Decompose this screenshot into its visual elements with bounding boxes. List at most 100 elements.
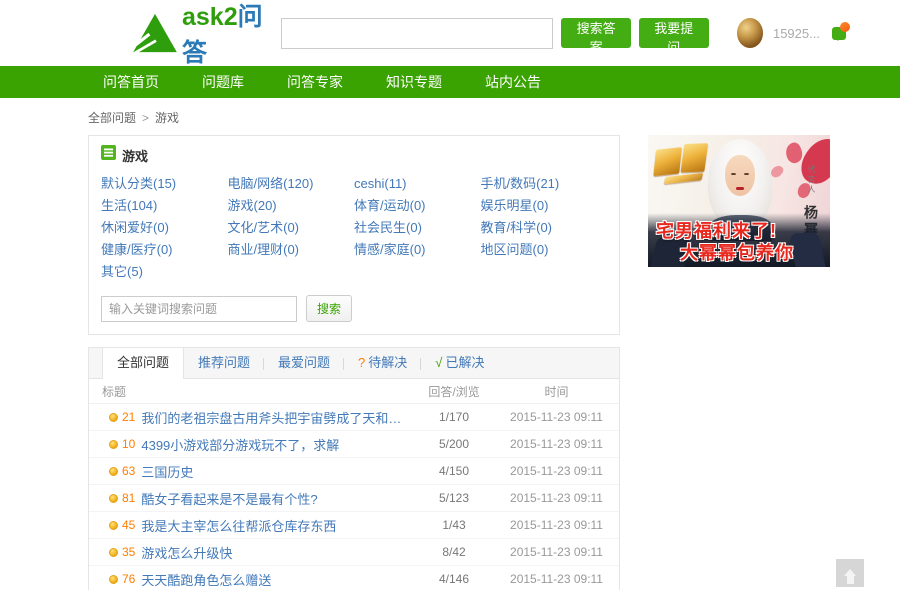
category-link[interactable]: 电脑/网络(120) bbox=[228, 173, 355, 195]
question-reward-number: 45 bbox=[122, 518, 136, 532]
question-list-box: 全部问题 推荐问题 最爱问题? 待解决 √ 已解决 标题 回答/浏览 时间 21 我们的老… bbox=[88, 347, 620, 590]
up-arrow-icon bbox=[844, 563, 856, 576]
nav-item[interactable]: 问答首页 bbox=[88, 66, 174, 98]
question-row: 81 酷女子看起来是不是最有个性? 5/123 2015-11-23 09:11 bbox=[89, 485, 619, 512]
category-link[interactable]: 地区问题(0) bbox=[481, 239, 608, 261]
ask-question-button[interactable]: 我要提问 bbox=[638, 18, 709, 55]
ad-banner[interactable]: 代言人 杨幂 宅男福利来了! 大幂幂包养你 bbox=[648, 135, 830, 267]
category-link[interactable]: 生活(104) bbox=[101, 195, 228, 217]
user-avatar[interactable] bbox=[736, 18, 763, 48]
question-count: 5/123 bbox=[438, 491, 470, 505]
search-answers-button[interactable]: 搜索答案 bbox=[561, 18, 631, 55]
nav-item[interactable]: 问答专家 bbox=[272, 66, 358, 98]
question-title-link[interactable]: 我是大主宰怎么往帮派仓库存东西 bbox=[141, 516, 336, 535]
category-link[interactable]: 教育/科学(0) bbox=[481, 217, 608, 239]
nav-item[interactable]: 问题库 bbox=[187, 66, 259, 98]
question-count: 1/43 bbox=[442, 518, 466, 532]
category-link[interactable]: 情感/家庭(0) bbox=[354, 239, 481, 261]
message-icon[interactable] bbox=[831, 21, 851, 41]
breadcrumb-root-link[interactable]: 全部问题 bbox=[88, 111, 136, 125]
category-link[interactable]: 休闲爱好(0) bbox=[101, 217, 228, 239]
username-text: 15925... bbox=[772, 25, 820, 41]
question-time: 2015-11-23 09:11 bbox=[510, 518, 603, 532]
category-list-icon bbox=[101, 145, 116, 165]
question-reward-number: 10 bbox=[122, 437, 136, 451]
header-search-input[interactable] bbox=[280, 17, 554, 49]
category-link[interactable]: ceshi(11) bbox=[354, 173, 481, 195]
question-count: 1/170 bbox=[438, 410, 470, 424]
site-header: ask2问答 搜索答案 我要提问 15925... bbox=[0, 0, 900, 69]
question-count: 5/200 bbox=[438, 437, 470, 451]
question-time: 2015-11-23 09:11 bbox=[510, 491, 603, 505]
category-link[interactable]: 其它(5) bbox=[101, 261, 228, 283]
question-time: 2015-11-23 09:11 bbox=[510, 410, 603, 424]
question-reward-number: 76 bbox=[122, 572, 136, 586]
site-logo[interactable]: ask2问答 bbox=[132, 0, 269, 69]
question-count: 4/150 bbox=[438, 464, 470, 478]
question-tab[interactable]: √ 已解决 bbox=[421, 348, 498, 378]
question-row: 63 三国历史 4/150 2015-11-23 09:11 bbox=[89, 458, 619, 485]
column-time-label: 时间 bbox=[544, 384, 569, 399]
coin-icon bbox=[109, 439, 118, 449]
question-title-link[interactable]: 4399小游戏部分游戏玩不了，求解 bbox=[141, 435, 339, 454]
breadcrumb: 全部问题 > 游戏 bbox=[88, 109, 846, 126]
question-time: 2015-11-23 09:11 bbox=[510, 437, 603, 451]
coin-icon bbox=[109, 520, 118, 530]
ad-model-face bbox=[725, 155, 755, 196]
question-reward-number: 81 bbox=[122, 491, 136, 505]
column-count-label: 回答/浏览 bbox=[428, 384, 480, 399]
coin-icon bbox=[109, 574, 118, 584]
question-title-link[interactable]: 游戏怎么升级快 bbox=[141, 543, 232, 562]
nav-item[interactable]: 站内公告 bbox=[470, 66, 556, 98]
coin-icon bbox=[109, 547, 118, 557]
column-title-label: 标题 bbox=[102, 384, 127, 399]
question-row: 10 4399小游戏部分游戏玩不了，求解 5/200 2015-11-23 09… bbox=[89, 431, 619, 458]
coin-icon bbox=[109, 466, 118, 476]
question-reward-number: 21 bbox=[122, 410, 136, 424]
question-tab[interactable]: 最爱问题 bbox=[264, 348, 345, 378]
back-to-top-button[interactable] bbox=[836, 559, 864, 587]
question-count: 4/146 bbox=[438, 572, 470, 586]
question-tab[interactable]: ? 待解决 bbox=[344, 348, 422, 378]
question-tab[interactable]: 推荐问题 bbox=[184, 348, 265, 378]
category-link[interactable]: 手机/数码(21) bbox=[481, 173, 608, 195]
ad-game-logo bbox=[651, 140, 715, 188]
category-link[interactable]: 默认分类(15) bbox=[101, 173, 228, 195]
coin-icon bbox=[109, 412, 118, 422]
notification-dot-icon bbox=[840, 21, 851, 32]
ad-slogan-line2: 大幂幂包养你 bbox=[680, 243, 794, 263]
question-title-link[interactable]: 三国历史 bbox=[141, 462, 193, 481]
question-search-button[interactable]: 搜索 bbox=[306, 295, 353, 322]
breadcrumb-separator: > bbox=[142, 111, 150, 125]
breadcrumb-current: 游戏 bbox=[155, 111, 180, 125]
question-title-link[interactable]: 天天酷跑角色怎么赠送 bbox=[141, 570, 271, 589]
question-row: 21 我们的老祖宗盘古用斧头把宇宙劈成了天和地，怎么改成... 1/170 20… bbox=[89, 404, 619, 431]
question-search-input[interactable] bbox=[101, 295, 297, 322]
category-link[interactable]: 文化/艺术(0) bbox=[228, 217, 355, 239]
question-reward-number: 35 bbox=[122, 545, 136, 559]
question-reward-number: 63 bbox=[122, 464, 136, 478]
question-row: 35 游戏怎么升级快 8/42 2015-11-23 09:11 bbox=[89, 539, 619, 566]
question-time: 2015-11-23 09:11 bbox=[510, 545, 603, 559]
logo-triangle-icon bbox=[132, 13, 178, 53]
category-link[interactable]: 娱乐明星(0) bbox=[481, 195, 608, 217]
category-box: 游戏 默认分类(15) 电脑/网络(120) ceshi(11) 手机/数码(21) 生… bbox=[88, 135, 620, 335]
main-nav: 问答首页 问题库 问答专家 知识专题 站内公告 bbox=[0, 66, 900, 98]
tab-prefix-icon: √ bbox=[435, 355, 443, 370]
question-count: 8/42 bbox=[442, 545, 466, 559]
question-row: 76 天天酷跑角色怎么赠送 4/146 2015-11-23 09:11 bbox=[89, 566, 619, 590]
nav-item[interactable]: 知识专题 bbox=[371, 66, 457, 98]
question-title-link[interactable]: 我们的老祖宗盘古用斧头把宇宙劈成了天和地，怎么改成... bbox=[141, 408, 414, 427]
question-time: 2015-11-23 09:11 bbox=[510, 464, 603, 478]
category-link[interactable]: 商业/理财(0) bbox=[228, 239, 355, 261]
category-link[interactable]: 体育/运动(0) bbox=[354, 195, 481, 217]
category-link[interactable]: 社会民生(0) bbox=[354, 217, 481, 239]
ad-endorser-label: 代言人 bbox=[807, 165, 816, 195]
tab-prefix-icon: ? bbox=[358, 355, 366, 370]
question-table-header: 标题 回答/浏览 时间 bbox=[89, 379, 619, 404]
question-title-link[interactable]: 酷女子看起来是不是最有个性? bbox=[141, 489, 317, 508]
category-link[interactable]: 游戏(20) bbox=[228, 195, 355, 217]
logo-text: ask2问答 bbox=[182, 3, 263, 67]
category-link[interactable]: 健康/医疗(0) bbox=[101, 239, 228, 261]
question-tab[interactable]: 全部问题 bbox=[102, 348, 185, 379]
